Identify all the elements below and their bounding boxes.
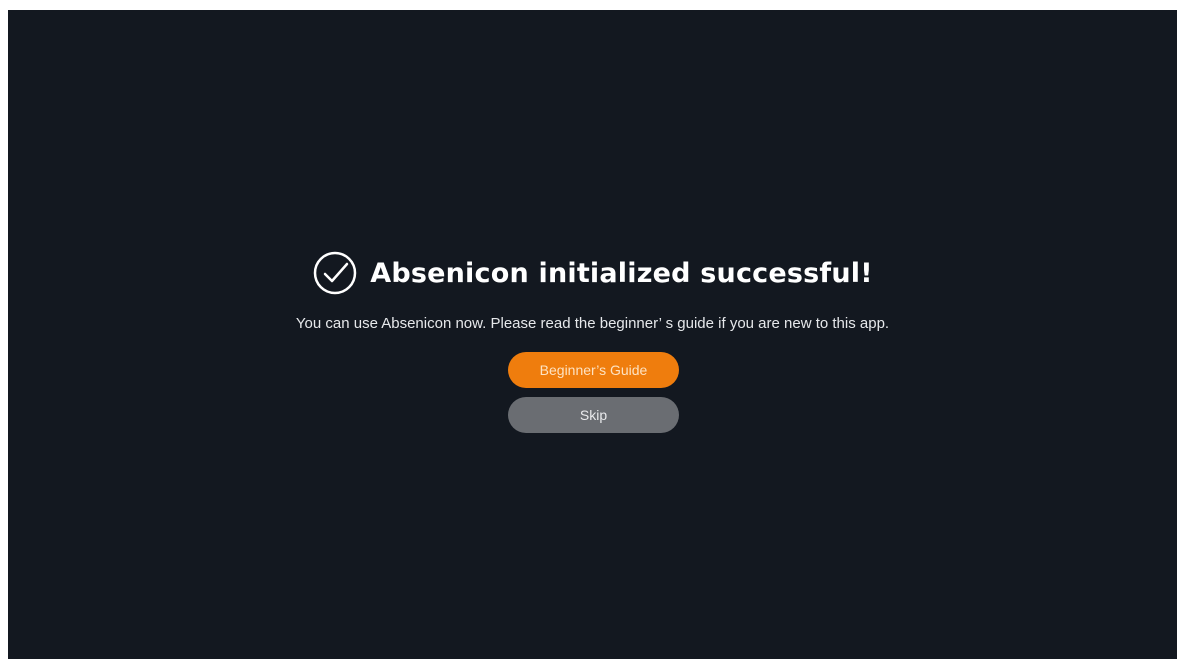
title-row: Absenicon initialized successful!	[8, 246, 1177, 300]
success-title: Absenicon initialized successful!	[370, 257, 873, 289]
app-screen: Absenicon initialized successful! You ca…	[8, 10, 1177, 659]
info-message: You can use Absenicon now. Please read t…	[295, 315, 890, 332]
skip-button[interactable]: Skip	[508, 397, 679, 433]
check-circle-icon	[312, 250, 358, 296]
beginners-guide-button[interactable]: Beginner’s Guide	[508, 352, 679, 388]
